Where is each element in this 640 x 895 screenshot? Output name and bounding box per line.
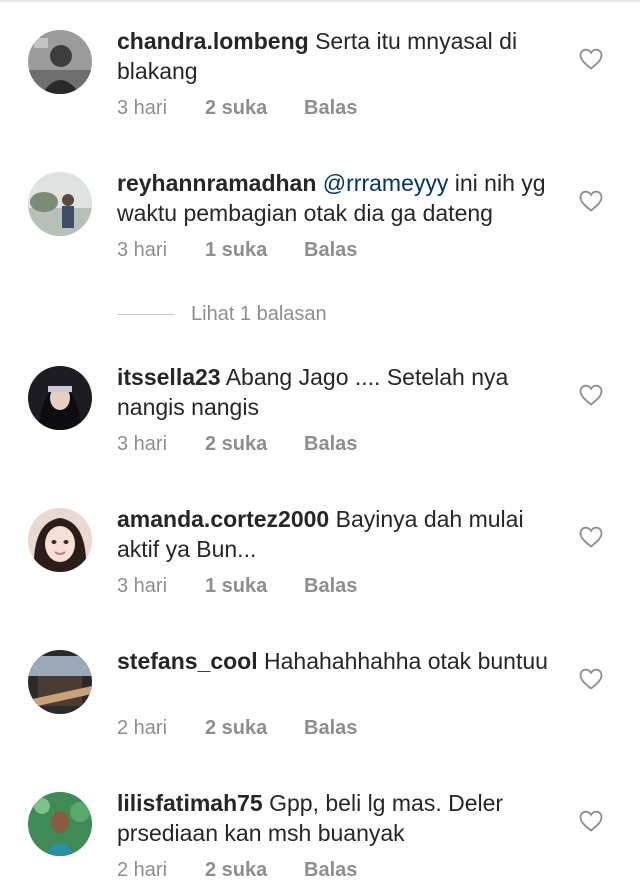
comment-likes[interactable]: 2 suka <box>205 96 304 120</box>
comment-time: 3 hari <box>117 433 168 455</box>
comment-item: amanda.cortez2000 Bayinya dah mulai akti… <box>0 478 640 597</box>
comment-username[interactable]: itssella23 <box>117 364 221 390</box>
view-replies-button[interactable]: Lihat 1 balasan <box>117 302 327 326</box>
comment-meta: 3 hari 1 suka Balas <box>117 238 357 262</box>
comment-likes[interactable]: 1 suka <box>205 574 304 598</box>
comment-time: 3 hari <box>117 575 168 597</box>
comment-likes[interactable]: 2 suka <box>205 716 304 740</box>
avatar[interactable] <box>28 792 92 856</box>
comment-time: 3 hari <box>117 239 168 261</box>
heart-outline-icon[interactable] <box>579 668 603 690</box>
heart-outline-icon[interactable] <box>579 810 603 832</box>
comment-meta: 2 hari 2 suka Balas <box>117 716 357 740</box>
comment-likes[interactable]: 2 suka <box>205 858 304 882</box>
comment-meta: 3 hari 2 suka Balas <box>117 432 357 456</box>
comment-username[interactable]: lilisfatimah75 <box>117 790 263 816</box>
reply-button[interactable]: Balas <box>304 716 357 740</box>
reply-button[interactable]: Balas <box>304 432 357 456</box>
comment-time: 3 hari <box>117 97 168 119</box>
reply-button[interactable]: Balas <box>304 858 357 882</box>
heart-outline-icon[interactable] <box>579 190 603 212</box>
comment-username[interactable]: chandra.lombeng <box>117 28 309 54</box>
comment-text: amanda.cortez2000 Bayinya dah mulai akti… <box>117 504 557 564</box>
reply-button[interactable]: Balas <box>304 238 357 262</box>
heart-outline-icon[interactable] <box>579 48 603 70</box>
comment-item: lilisfatimah75 Gpp, beli lg mas. Deler p… <box>0 762 640 881</box>
comment-username[interactable]: stefans_cool <box>117 648 258 674</box>
comment-text: chandra.lombeng Serta itu mnyasal di bla… <box>117 26 557 86</box>
comment-item: chandra.lombeng Serta itu mnyasal di bla… <box>0 0 640 119</box>
comment-likes[interactable]: 2 suka <box>205 432 304 456</box>
comment-mention[interactable]: @rrrameyyy <box>323 170 449 196</box>
heart-outline-icon[interactable] <box>579 526 603 548</box>
comment-text: lilisfatimah75 Gpp, beli lg mas. Deler p… <box>117 788 557 848</box>
comment-time: 2 hari <box>117 859 168 881</box>
comment-item: itssella23 Abang Jago .... Setelah nya n… <box>0 336 640 455</box>
replies-divider <box>117 314 175 316</box>
avatar[interactable] <box>28 172 92 236</box>
comment-text: reyhannramadhan @rrrameyyy ini nih yg wa… <box>117 168 557 228</box>
comment-body: Hahahahhahha otak buntuu <box>264 648 548 674</box>
heart-outline-icon[interactable] <box>579 384 603 406</box>
avatar[interactable] <box>28 650 92 714</box>
comment-username[interactable]: amanda.cortez2000 <box>117 506 329 532</box>
reply-button[interactable]: Balas <box>304 96 357 120</box>
comment-meta: 3 hari 1 suka Balas <box>117 574 357 598</box>
comment-item: reyhannramadhan @rrrameyyy ini nih yg wa… <box>0 142 640 261</box>
comment-item: stefans_cool Hahahahhahha otak buntuu 2 … <box>0 620 640 739</box>
comment-text: itssella23 Abang Jago .... Setelah nya n… <box>117 362 557 422</box>
avatar[interactable] <box>28 366 92 430</box>
comment-time: 2 hari <box>117 717 168 739</box>
comment-likes[interactable]: 1 suka <box>205 238 304 262</box>
reply-button[interactable]: Balas <box>304 574 357 598</box>
view-replies-label: Lihat 1 balasan <box>191 303 327 325</box>
comment-username[interactable]: reyhannramadhan <box>117 170 316 196</box>
comment-meta: 2 hari 2 suka Balas <box>117 858 357 882</box>
comment-text: stefans_cool Hahahahhahha otak buntuu <box>117 646 557 676</box>
avatar[interactable] <box>28 30 92 94</box>
avatar[interactable] <box>28 508 92 572</box>
comment-meta: 3 hari 2 suka Balas <box>117 96 357 120</box>
